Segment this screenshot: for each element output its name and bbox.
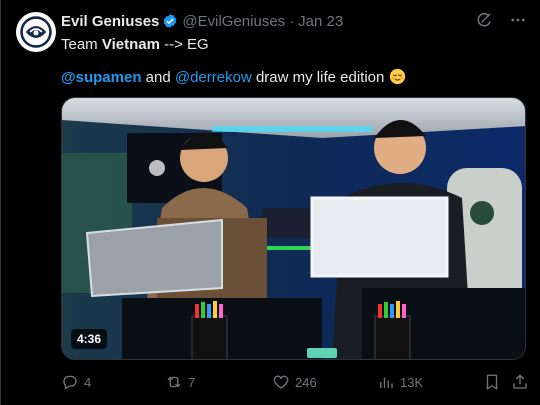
tweet-text: draw my life edition	[251, 69, 389, 86]
repost-button[interactable]: 7	[165, 373, 195, 391]
repost-icon	[167, 376, 181, 388]
views-icon	[380, 377, 393, 388]
tweet-text: --> EG	[159, 36, 209, 53]
timestamp[interactable]: Jan 23	[298, 13, 343, 30]
tweet-header: Evil Geniuses @EvilGeniuses · Jan 23	[61, 10, 528, 32]
like-button[interactable]: 246	[272, 373, 317, 391]
reply-icon	[63, 375, 77, 390]
bookmark-icon	[486, 374, 498, 391]
mention-link[interactable]: @derrekow	[175, 69, 252, 86]
reply-count: 4	[84, 374, 92, 390]
views-button[interactable]: 13K	[377, 373, 423, 391]
tweet-text-line-1: Team Vietnam --> EG	[61, 35, 209, 55]
more-icon[interactable]	[508, 10, 528, 30]
video-frame	[62, 98, 525, 359]
verified-badge-icon	[164, 14, 177, 28]
tweet-text: and	[141, 69, 175, 86]
bookmark-button[interactable]	[483, 373, 501, 391]
heart-icon	[273, 375, 289, 389]
view-count: 13K	[400, 374, 424, 390]
header-actions	[474, 10, 528, 30]
tweet[interactable]: Evil Geniuses @EvilGeniuses · Jan 23 Tea…	[0, 0, 540, 405]
mention-link[interactable]: @supamen	[61, 69, 141, 86]
tweet-text-bold: Vietnam	[101, 36, 160, 53]
share-button[interactable]	[511, 373, 529, 391]
like-count: 246	[295, 374, 317, 390]
reply-button[interactable]: 4	[61, 373, 91, 391]
share-icon	[513, 374, 527, 389]
eg-logo-icon	[20, 16, 52, 48]
repost-count: 7	[188, 374, 196, 390]
grok-icon[interactable]	[474, 10, 494, 30]
tweet-text-line-2: @supamen and @derrekow draw my life edit…	[61, 68, 406, 88]
relieved-face-emoji	[389, 68, 405, 85]
avatar[interactable]	[16, 12, 56, 52]
display-name[interactable]: Evil Geniuses	[61, 13, 159, 30]
action-bar: 4 7 246 13K	[61, 372, 529, 392]
handle[interactable]: @EvilGeniuses	[182, 13, 285, 30]
tweet-text: Team	[61, 36, 102, 53]
separator-dot: ·	[289, 12, 295, 30]
video-duration: 4:36	[71, 329, 108, 349]
video-player[interactable]: 4:36	[61, 97, 526, 360]
